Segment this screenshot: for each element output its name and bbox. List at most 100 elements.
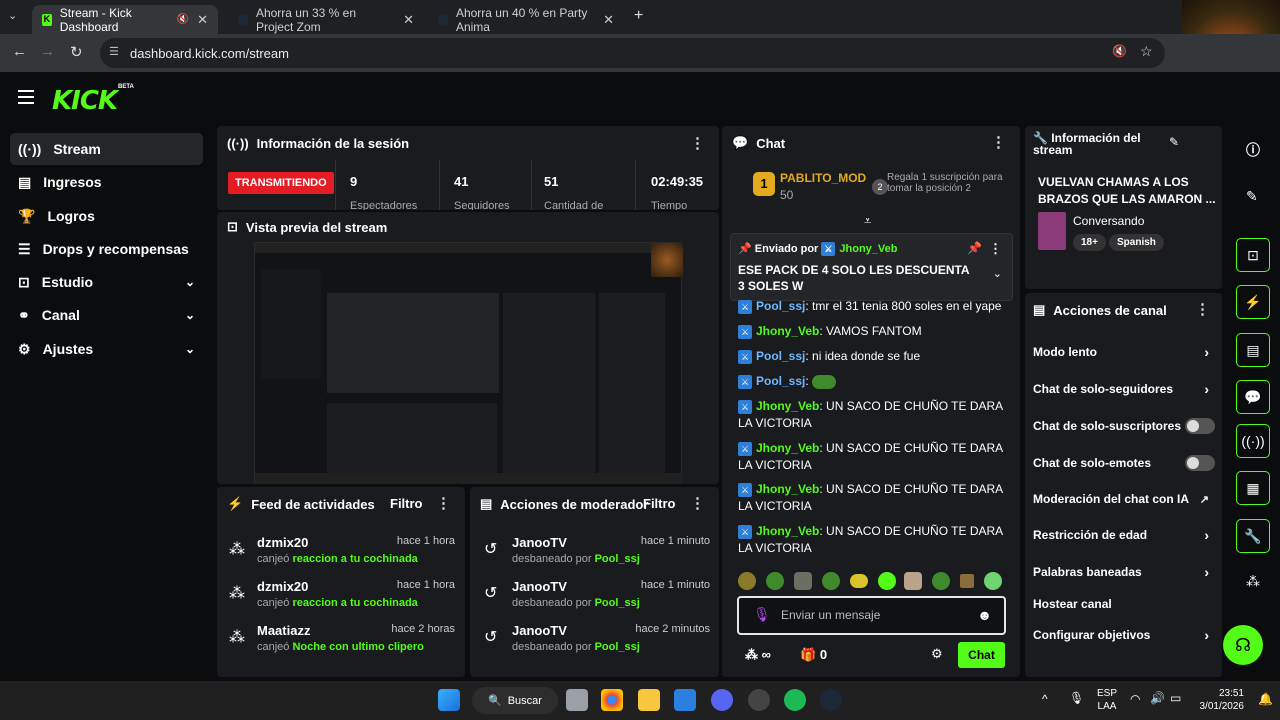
url-text: dashboard.kick.com/stream	[130, 45, 289, 61]
session-tool-button[interactable]: ((·))	[1236, 424, 1270, 458]
support-chat-icon[interactable]: ☊	[1223, 625, 1263, 665]
more-options-icon[interactable]: ⋮	[1195, 300, 1210, 318]
site-info-icon[interactable]: ☰	[109, 45, 119, 58]
more-options-icon[interactable]: ⋮	[991, 133, 1006, 151]
volume-icon[interactable]: 🔊	[1150, 691, 1165, 705]
emote-icon[interactable]	[960, 574, 974, 588]
emote-icon[interactable]	[878, 572, 896, 590]
emote-icon[interactable]	[766, 572, 784, 590]
back-icon[interactable]: ←	[12, 43, 27, 60]
category-name[interactable]: Conversando	[1073, 214, 1144, 228]
sidebar-item-canal[interactable]: ⚭ Canal ⌄	[10, 299, 203, 331]
windows-start-icon[interactable]	[438, 689, 460, 711]
emote-icon[interactable]	[850, 574, 868, 588]
tab-title: Ahorra un 33 % en Project Zom	[255, 5, 357, 34]
tab-steam-1[interactable]: Ahorra un 33 % en Project Zom ✕	[228, 5, 424, 34]
chat-settings-icon[interactable]: ⚙	[931, 646, 943, 662]
kicks-counter[interactable]: ⁂ ∞	[745, 647, 771, 663]
panel-title: 🔧 Información del stream	[1033, 131, 1141, 157]
more-options-icon[interactable]: ⋮	[690, 134, 705, 152]
sidebar-item-ajustes[interactable]: ⚙ Ajustes ⌄	[10, 333, 203, 365]
sidebar-item-logros[interactable]: 🏆 Logros	[10, 200, 203, 232]
notification-bell-icon[interactable]: 🔔	[1258, 692, 1273, 706]
more-options-icon[interactable]: ⋮	[436, 494, 451, 512]
info-icon[interactable]: ⓘ	[1246, 140, 1260, 160]
subscribers-only-toggle[interactable]	[1185, 418, 1215, 434]
tab-kick-dashboard[interactable]: K Stream - Kick Dashboard 🔇 ✕	[32, 5, 218, 34]
host-channel-action[interactable]: Hostear canal	[1033, 597, 1215, 611]
emoji-picker-icon[interactable]: ☻	[977, 607, 992, 623]
emotes-only-toggle[interactable]	[1185, 455, 1215, 471]
more-options-icon[interactable]: ⋮	[690, 494, 705, 512]
moderator-tool-button[interactable]: ▤	[1236, 333, 1270, 367]
sidebar-item-stream[interactable]: ((·)) Stream	[10, 133, 203, 165]
broadcast-icon: ((·))	[1241, 433, 1265, 449]
language-indicator[interactable]: ESP LAA	[1097, 687, 1117, 713]
collapse-leaderboard-icon[interactable]: ⩡	[864, 213, 871, 229]
file-explorer-icon[interactable]	[638, 689, 660, 711]
reload-icon[interactable]: ↻	[70, 43, 83, 61]
stream-info-tool-button[interactable]: 🔧	[1236, 519, 1270, 553]
discord-icon[interactable]	[711, 689, 733, 711]
sidebar-item-ingresos[interactable]: ▤ Ingresos	[10, 166, 203, 198]
banned-words-action[interactable]: Palabras baneadas ›	[1033, 564, 1215, 580]
mute-tab-icon[interactable]: 🔇	[177, 14, 189, 25]
steam-icon[interactable]	[820, 689, 842, 711]
mod-filter-button[interactable]: Filtro	[643, 496, 676, 511]
bookmark-star-icon[interactable]: ☆	[1140, 43, 1153, 60]
close-tab-icon[interactable]: ✕	[197, 12, 208, 28]
chart-icon: ▤	[18, 173, 32, 190]
activity-tool-button[interactable]: ⚡	[1236, 285, 1270, 319]
feed-filter-button[interactable]: Filtro	[390, 496, 423, 511]
chevron-down-icon[interactable]: ⌄	[993, 267, 1002, 280]
sidebar-item-estudio[interactable]: ⊡ Estudio ⌄	[10, 266, 203, 298]
emote-icon[interactable]	[932, 572, 950, 590]
store-icon[interactable]	[674, 689, 696, 711]
emote-icon[interactable]	[822, 572, 840, 590]
obs-icon[interactable]	[748, 689, 770, 711]
unpin-icon[interactable]: 📌	[967, 241, 982, 255]
taskbar-search[interactable]: 🔍 Buscar	[472, 687, 558, 714]
microphone-icon[interactable]: 🎙	[753, 606, 771, 623]
kick-logo[interactable]: KICK	[52, 86, 118, 116]
emote-icon[interactable]	[904, 572, 922, 590]
spotify-icon[interactable]	[784, 689, 806, 711]
top-gifter-name[interactable]: PABLITO_MOD	[780, 171, 866, 185]
sidebar-item-drops[interactable]: ☰ Drops y recompensas	[10, 233, 203, 265]
chat-tool-button[interactable]: 💬	[1236, 380, 1270, 414]
task-view-icon[interactable]	[566, 689, 588, 711]
emote-icon[interactable]	[738, 572, 756, 590]
new-tab-icon[interactable]: +	[634, 7, 643, 25]
emote-icon[interactable]	[794, 572, 812, 590]
gift-counter[interactable]: 🎁 0	[800, 647, 827, 663]
chat-message-input[interactable]: 🎙 Enviar un mensaje ☻	[737, 596, 1006, 635]
forward-icon[interactable]: →	[40, 43, 55, 60]
followers-only-action[interactable]: Chat de solo-seguidores ›	[1033, 381, 1215, 397]
layout-tool-button[interactable]: ▦	[1236, 471, 1270, 505]
chrome-icon[interactable]	[601, 689, 623, 711]
close-tab-icon[interactable]: ✕	[403, 12, 414, 28]
edit-icon[interactable]: ✎	[1169, 135, 1179, 149]
battery-icon[interactable]: ▭	[1170, 691, 1181, 705]
ai-moderation-action[interactable]: Moderación del chat con IA ↗	[1033, 492, 1215, 506]
stream-preview-video[interactable]	[254, 242, 683, 484]
configure-goals-action[interactable]: Configurar objetivos ›	[1033, 627, 1215, 643]
chat-send-button[interactable]: Chat	[958, 642, 1005, 668]
tab-menu-icon[interactable]: ⌄	[8, 9, 17, 22]
edit-icon[interactable]: ✎	[1246, 188, 1258, 205]
preview-tool-button[interactable]: ⊡	[1236, 238, 1270, 272]
clock[interactable]: 23:51 3/01/2026	[1196, 687, 1245, 713]
kicks-icon[interactable]: ⁂	[1246, 573, 1260, 590]
age-restriction-action[interactable]: Restricción de edad ›	[1033, 527, 1215, 543]
close-tab-icon[interactable]: ✕	[603, 12, 614, 28]
tray-chevron-icon[interactable]: ^	[1042, 692, 1048, 706]
emote-icon[interactable]	[984, 572, 1002, 590]
tab-steam-2[interactable]: Ahorra un 40 % en Party Anima ✕	[428, 5, 624, 34]
microphone-icon[interactable]: 🎙	[1069, 691, 1084, 705]
slow-mode-action[interactable]: Modo lento ›	[1033, 344, 1215, 360]
mute-site-icon[interactable]: 🔇	[1112, 44, 1127, 58]
more-options-icon[interactable]: ⋮	[989, 241, 1002, 257]
url-field[interactable]: ☰ dashboard.kick.com/stream 🔇 ☆	[100, 38, 1165, 68]
hamburger-menu-icon[interactable]	[18, 90, 34, 104]
wifi-icon[interactable]: ◠	[1130, 692, 1140, 706]
